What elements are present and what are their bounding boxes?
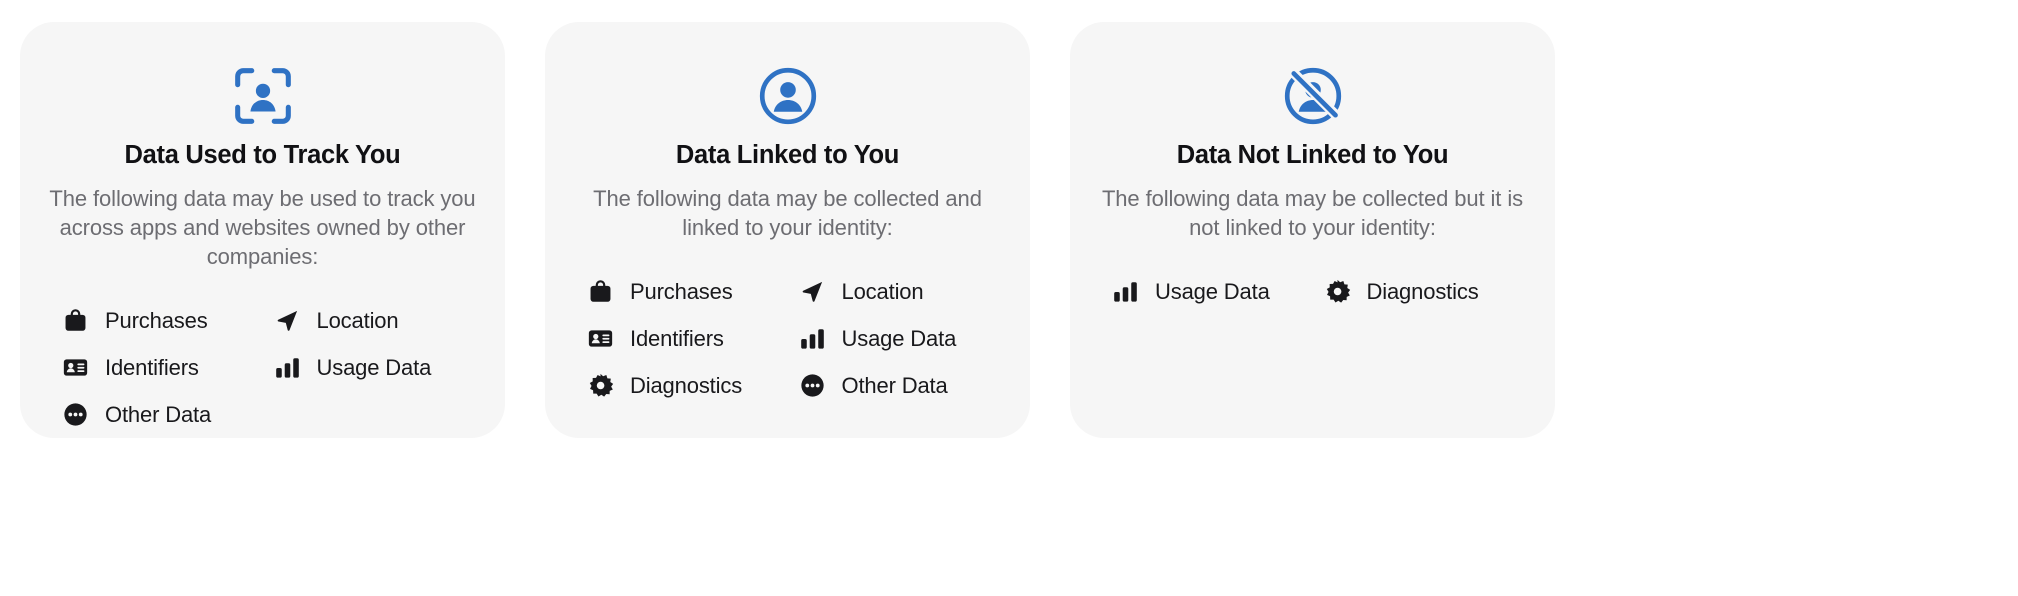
card-description: The following data may be collected but …	[1101, 185, 1524, 240]
data-category-list: Purchases Identifiers Diagnostics Locati…	[571, 268, 1004, 409]
data-category-list: Purchases Identifiers Other Data Locatio…	[46, 297, 479, 438]
data-category-label: Usage Data	[316, 354, 432, 380]
card-title: Data Not Linked to You	[1176, 141, 1449, 169]
person-circle-icon	[758, 66, 818, 126]
data-category-item: Location	[274, 297, 399, 344]
data-category-item: Purchases	[62, 297, 208, 344]
data-category-label: Usage Data	[841, 325, 957, 351]
card-description: The following data may be collected and …	[593, 185, 982, 240]
data-category-item: Other Data	[62, 391, 211, 438]
data-category-label: Other Data	[105, 401, 212, 427]
ellipsis-circle-icon	[62, 401, 89, 428]
data-category-list: Usage Data Diagnostics	[1096, 268, 1529, 315]
data-category-label: Usage Data	[1155, 278, 1270, 304]
card-title: Data Used to Track You	[124, 141, 401, 169]
data-category-label: Purchases	[105, 307, 208, 333]
card-description: The following data may be used to track …	[49, 185, 476, 270]
data-category-label: Diagnostics	[630, 372, 743, 398]
data-category-label: Diagnostics	[1366, 278, 1479, 304]
data-category-item: Usage Data	[1112, 268, 1270, 315]
data-category-item: Diagnostics	[587, 362, 742, 409]
id-card-icon	[62, 354, 89, 381]
privacy-card: Data Not Linked to You The following data…	[1070, 22, 1555, 438]
data-category-item: Identifiers	[62, 344, 199, 391]
location-arrow-icon	[799, 278, 826, 305]
shopping-bag-icon	[587, 278, 614, 305]
data-category-item: Usage Data	[274, 344, 432, 391]
person-circle-slash-icon	[1283, 66, 1343, 126]
gear-icon	[587, 372, 614, 399]
id-card-icon	[587, 325, 614, 352]
location-arrow-icon	[274, 307, 301, 334]
data-category-label: Identifiers	[105, 354, 199, 380]
privacy-card: Data Used to Track You The following data…	[20, 22, 505, 438]
data-category-label: Purchases	[630, 278, 733, 304]
shopping-bag-icon	[62, 307, 89, 334]
bar-chart-icon	[799, 325, 826, 352]
app-privacy-cards: Data Used to Track You The following data…	[0, 0, 2018, 596]
data-category-item: Location	[799, 268, 924, 315]
data-category-label: Other Data	[841, 372, 948, 398]
ellipsis-circle-icon	[799, 372, 826, 399]
gear-icon	[1324, 278, 1351, 305]
data-category-item: Other Data	[799, 362, 948, 409]
data-category-label: Location	[316, 307, 399, 333]
privacy-card: Data Linked to You The following data may…	[545, 22, 1030, 438]
face-scan-icon	[233, 66, 293, 126]
card-title: Data Linked to You	[675, 141, 900, 169]
bar-chart-icon	[274, 354, 301, 381]
data-category-label: Location	[841, 278, 924, 304]
data-category-item: Diagnostics	[1324, 268, 1479, 315]
data-category-item: Purchases	[587, 268, 733, 315]
data-category-item: Usage Data	[799, 315, 957, 362]
bar-chart-icon	[1112, 278, 1139, 305]
data-category-item: Identifiers	[587, 315, 724, 362]
data-category-label: Identifiers	[630, 325, 724, 351]
